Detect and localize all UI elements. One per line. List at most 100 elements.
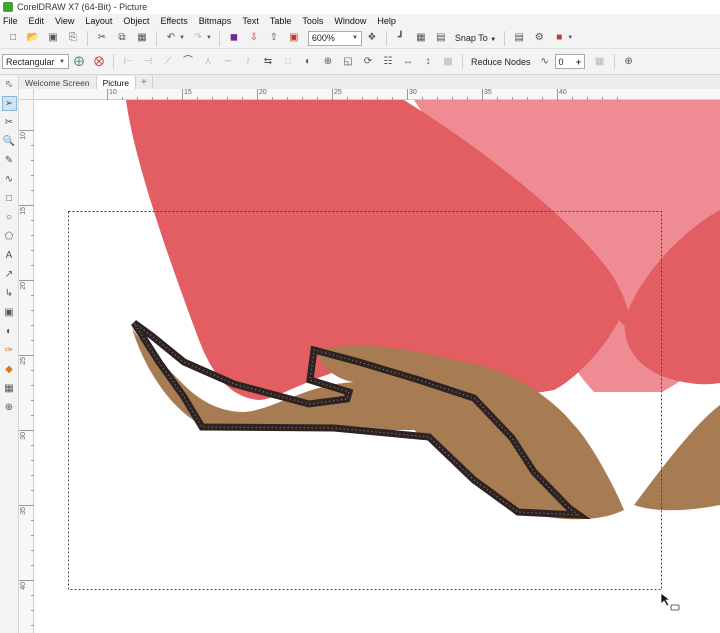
ruler-label: 35 [484, 89, 492, 96]
toolbar-divider [504, 30, 506, 46]
convert-to-line-icon[interactable]: ⟋ [161, 55, 175, 69]
menu-window[interactable]: Window [334, 16, 366, 26]
tab-welcome-screen[interactable]: Welcome Screen [19, 76, 97, 89]
toolbar-divider [613, 54, 615, 69]
export-icon[interactable]: ⇧ [267, 31, 281, 45]
ruler-label: 10 [20, 132, 27, 140]
pick-tool-icon[interactable]: ⬁ [2, 77, 17, 92]
menu-help[interactable]: Help [377, 16, 396, 26]
brown-leaf-shape[interactable] [634, 405, 720, 511]
join-nodes-icon[interactable]: ⊢ [121, 55, 135, 69]
delete-node-icon[interactable]: ⨂ [92, 55, 106, 69]
interactive-fill-icon[interactable]: ◆ [2, 362, 17, 377]
ellipse-tool-icon[interactable]: ○ [2, 210, 17, 225]
menu-file[interactable]: File [3, 16, 18, 26]
smooth-node-icon[interactable]: ∽ [221, 55, 235, 69]
ruler-label: 35 [20, 507, 27, 515]
save-icon[interactable]: ▣ [46, 31, 60, 45]
menu-layout[interactable]: Layout [85, 16, 112, 26]
mouse-cursor-icon [660, 592, 680, 611]
reduce-nodes-button[interactable]: Reduce Nodes [471, 57, 531, 67]
ruler-tick [482, 89, 483, 100]
open-icon[interactable]: 📂 [26, 31, 40, 45]
add-tool-icon[interactable]: ⊕ [2, 400, 17, 415]
options-icon[interactable]: ⚙ [532, 31, 546, 45]
show-grid-icon[interactable]: ▦ [414, 31, 428, 45]
add-toolbar-icon[interactable]: ⊕ [622, 55, 636, 69]
tab-picture[interactable]: Picture [96, 76, 137, 89]
freehand-tool-icon[interactable]: ✎ [2, 153, 17, 168]
elastic-mode-icon[interactable]: ⊕ [321, 55, 335, 69]
search-content-icon[interactable]: ◼ [227, 31, 241, 45]
toolbar-divider [87, 30, 88, 46]
text-tool-icon[interactable]: A [2, 248, 17, 263]
window-title: CorelDRAW X7 (64-Bit) - Picture [17, 2, 148, 12]
new-tab-button[interactable]: + [136, 76, 153, 89]
menu-effects[interactable]: Effects [160, 16, 187, 26]
vertical-ruler[interactable]: 10 15 20 25 30 35 40 [19, 100, 34, 633]
rectangle-tool-icon[interactable]: □ [2, 191, 17, 206]
artistic-media-icon[interactable]: ∿ [2, 172, 17, 187]
ruler-tick [19, 130, 34, 131]
stretch-nodes-icon[interactable]: ◱ [341, 55, 355, 69]
select-all-nodes-icon[interactable]: ▦ [441, 55, 455, 69]
symmetrical-node-icon[interactable]: ≀ [241, 55, 255, 69]
undo-dropdown-icon[interactable]: ▼ [179, 35, 185, 41]
rotate-nodes-icon[interactable]: ⟳ [361, 55, 375, 69]
cusp-node-icon[interactable]: ⋏ [201, 55, 215, 69]
break-curve-icon[interactable]: ⊣ [141, 55, 155, 69]
selection-mode-select[interactable]: Rectangular ▼ [2, 54, 69, 69]
extend-curve-icon[interactable]: □ [281, 55, 295, 69]
redo-dropdown-icon[interactable]: ▼ [206, 35, 212, 41]
ruler-origin[interactable] [19, 89, 34, 100]
welcome-screen-icon[interactable]: ▤ [512, 31, 526, 45]
align-nodes-icon[interactable]: ☷ [381, 55, 395, 69]
launcher-dropdown-icon[interactable]: ▼ [567, 35, 573, 41]
menu-view[interactable]: View [55, 16, 74, 26]
zoom-level-select[interactable]: 600% ▼ [307, 30, 362, 46]
extract-subpath-icon[interactable]: ◐ [301, 55, 315, 69]
drop-shadow-icon[interactable]: ▣ [2, 305, 17, 320]
show-rulers-icon[interactable]: ┛ [394, 31, 408, 45]
application-launcher-icon[interactable]: ■ [552, 31, 566, 45]
reverse-direction-icon[interactable]: ⇆ [261, 55, 275, 69]
show-guidelines-icon[interactable]: ▤ [434, 31, 448, 45]
plus-icon[interactable]: + [574, 57, 584, 67]
select-all-icon[interactable]: ▦ [593, 55, 607, 69]
shape-tool-icon[interactable]: ➢ [1, 96, 17, 111]
new-icon[interactable]: □ [6, 31, 20, 45]
reflect-vertical-icon[interactable]: ↕ [421, 55, 435, 69]
transparency-icon[interactable]: ◐ [2, 324, 17, 339]
menu-tools[interactable]: Tools [302, 16, 323, 26]
import-icon[interactable]: ⇩ [247, 31, 261, 45]
add-node-icon[interactable]: ⨁ [72, 55, 86, 69]
polygon-tool-icon[interactable]: ⬠ [2, 229, 17, 244]
color-eyedropper-icon[interactable]: ✑ [2, 343, 17, 358]
crop-tool-icon[interactable]: ✂ [2, 115, 17, 130]
menu-text[interactable]: Text [242, 16, 259, 26]
menu-object[interactable]: Object [123, 16, 149, 26]
paste-icon[interactable]: ▦ [135, 31, 149, 45]
parallel-dimension-icon[interactable]: ↗ [2, 267, 17, 282]
smart-fill-icon[interactable]: ▦ [2, 381, 17, 396]
ruler-label: 30 [409, 89, 417, 96]
reflect-horizontal-icon[interactable]: ↔ [401, 55, 415, 69]
publish-pdf-icon[interactable]: ▣ [287, 31, 301, 45]
connector-tool-icon[interactable]: ↳ [2, 286, 17, 301]
redo-icon[interactable]: ↷ [191, 31, 205, 45]
cut-icon[interactable]: ✂ [95, 31, 109, 45]
copy-icon[interactable]: ⧉ [115, 31, 129, 45]
toolbar-divider [156, 30, 157, 46]
menu-table[interactable]: Table [270, 16, 292, 26]
horizontal-ruler[interactable]: 10 15 20 25 30 35 40 [34, 89, 720, 100]
full-screen-icon[interactable]: ❖ [365, 31, 379, 45]
undo-icon[interactable]: ↶ [164, 31, 178, 45]
menu-bitmaps[interactable]: Bitmaps [199, 16, 232, 26]
curve-smoothness-field[interactable]: 0 + [554, 54, 585, 69]
convert-to-curve-icon[interactable]: ⌒ [181, 55, 195, 69]
snap-to-button[interactable]: Snap To ▼ [455, 33, 496, 43]
print-icon[interactable]: ⎘ [66, 31, 80, 45]
menu-edit[interactable]: Edit [29, 16, 45, 26]
drawing-canvas[interactable] [34, 100, 720, 633]
zoom-tool-icon[interactable]: 🔍 [2, 134, 17, 149]
